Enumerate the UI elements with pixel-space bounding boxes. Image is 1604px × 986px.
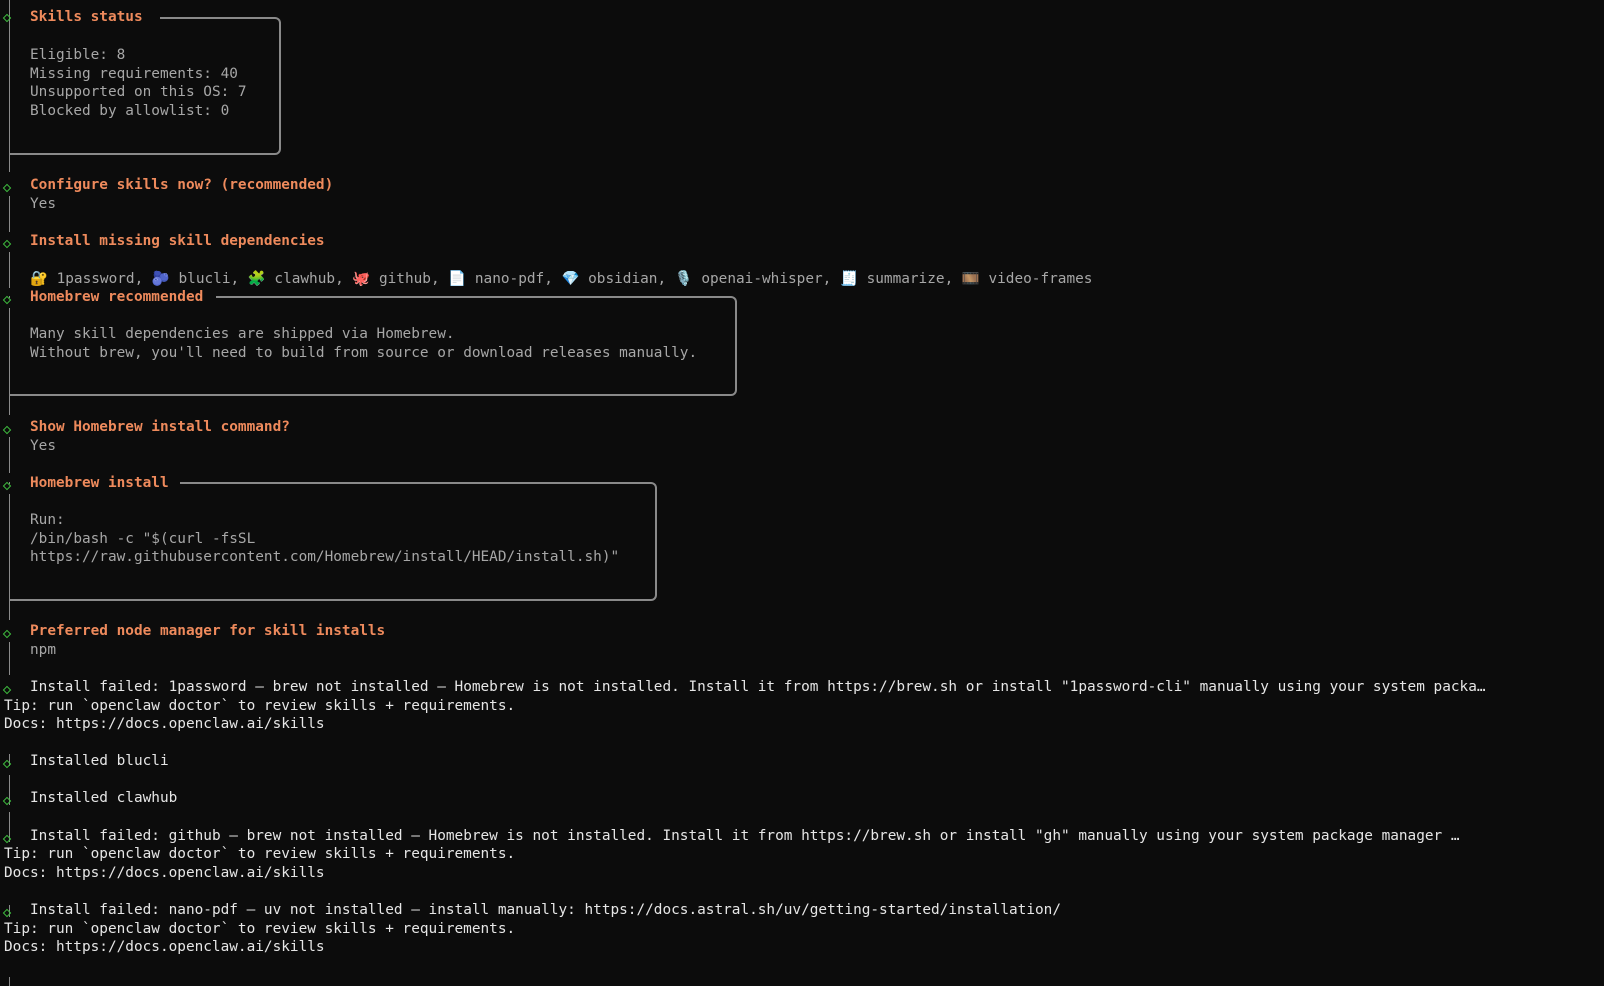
step-diamond-icon <box>2 183 12 193</box>
install-failed-github: Install failed: github — brew not instal… <box>30 828 1460 844</box>
docs-line: Docs: https://docs.openclaw.ai/skills <box>4 939 325 955</box>
install-missing-title: Install missing skill dependencies <box>30 233 325 249</box>
receipt-icon: 🧾 <box>839 271 858 287</box>
step-diamond-icon <box>2 685 12 695</box>
blueberry-icon: 🫐 <box>151 271 170 287</box>
document-icon: 📄 <box>448 271 467 287</box>
docs-line: Docs: https://docs.openclaw.ai/skills <box>4 865 325 881</box>
install-failed-nano-pdf: Install failed: nano-pdf — uv not instal… <box>30 902 1062 918</box>
homebrew-recommended-title: Homebrew recommended <box>30 289 204 305</box>
dep-name: clawhub <box>274 271 336 287</box>
dep-name: blucli <box>178 271 231 287</box>
homebrew-recommended-line: Many skill dependencies are shipped via … <box>30 326 455 342</box>
homebrew-install-title: Homebrew install <box>30 475 169 491</box>
tip-line: Tip: run `openclaw doctor` to review ski… <box>4 698 516 714</box>
homebrew-recommended-line: Without brew, you'll need to build from … <box>30 345 698 361</box>
node-manager-question: Preferred node manager for skill install… <box>30 623 386 639</box>
octopus-icon: 🐙 <box>352 271 371 287</box>
step-diamond-icon <box>2 425 12 435</box>
tip-line: Tip: run `openclaw doctor` to review ski… <box>4 846 516 862</box>
node-manager-answer: npm <box>30 642 56 658</box>
skills-status-title: Skills status <box>30 9 143 25</box>
dep-name: obsidian <box>588 271 658 287</box>
installed-blucli: Installed blucli <box>30 753 169 769</box>
gutter-line <box>9 437 10 473</box>
show-install-question: Show Homebrew install command? <box>30 419 290 435</box>
dep-name: summarize <box>866 271 945 287</box>
homebrew-install-line: https://raw.githubusercontent.com/Homebr… <box>30 549 620 565</box>
gutter-line <box>9 977 10 986</box>
gutter-line <box>9 196 10 232</box>
dep-name: nano-pdf <box>474 271 545 287</box>
skills-status-line: Eligible: 8 <box>30 47 126 63</box>
docs-line: Docs: https://docs.openclaw.ai/skills <box>4 716 325 732</box>
dependency-list: 🔐 1password, 🫐 blucli, 🧩 clawhub, 🐙 gith… <box>30 271 1093 287</box>
lock-icon: 🔐 <box>30 271 48 287</box>
dep-name: video-frames <box>988 271 1093 287</box>
dep-name: 1password <box>56 271 135 287</box>
tip-line: Tip: run `openclaw doctor` to review ski… <box>4 921 516 937</box>
install-failed-1password: Install failed: 1password — brew not ins… <box>30 679 1486 695</box>
microphone-icon: 🎙️ <box>674 271 693 287</box>
homebrew-install-line: Run: <box>30 512 65 528</box>
dep-name: github <box>378 271 431 287</box>
show-install-answer: Yes <box>30 438 56 454</box>
configure-answer: Yes <box>30 196 56 212</box>
gutter-line <box>9 642 10 675</box>
film-icon: 🎞️ <box>961 271 980 287</box>
dep-name: openai-whisper <box>701 271 823 287</box>
configure-question: Configure skills now? (recommended) <box>30 177 334 193</box>
step-diamond-icon <box>2 629 12 639</box>
homebrew-install-line: /bin/bash -c "$(curl -fsSL <box>30 531 256 547</box>
gutter-line <box>9 252 10 288</box>
skills-status-line: Missing requirements: 40 <box>30 66 238 82</box>
installed-clawhub: Installed clawhub <box>30 790 178 806</box>
skills-status-line: Blocked by allowlist: 0 <box>30 103 230 119</box>
gem-icon: 💎 <box>561 271 580 287</box>
step-diamond-icon <box>2 239 12 249</box>
skills-status-line: Unsupported on this OS: 7 <box>30 84 247 100</box>
puzzle-icon: 🧩 <box>247 271 266 287</box>
